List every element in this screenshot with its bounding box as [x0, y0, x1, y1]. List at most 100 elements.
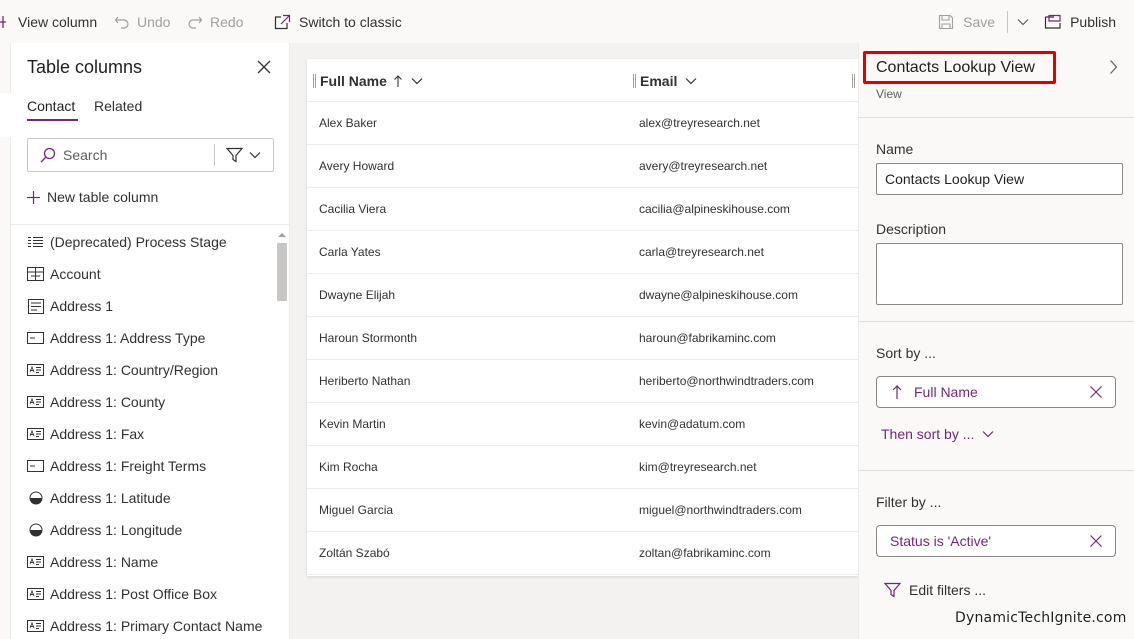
column-list-item[interactable]: Address 1: Latitude: [27, 482, 277, 514]
column-list-item[interactable]: Address 1: County: [27, 386, 277, 418]
email-cell: haroun@fabrikaminc.com: [639, 331, 776, 345]
email-cell: dwayne@alpineskihouse.com: [639, 288, 798, 302]
switch-to-classic-label: Switch to classic: [299, 13, 402, 30]
save-label: Save: [963, 13, 996, 30]
table-row[interactable]: Carla Yates carla@treyresearch.net: [307, 231, 858, 274]
column-list-item[interactable]: Address 1: Primary Contact Name: [27, 610, 277, 639]
full-name-cell: Heriberto Nathan: [319, 374, 411, 388]
edit-filters-button[interactable]: Edit filters ...: [884, 582, 986, 598]
close-panel-button[interactable]: [256, 59, 272, 75]
text-icon: [27, 395, 44, 409]
undo-label: Undo: [137, 13, 171, 30]
full-name-cell: Kim Rocha: [319, 460, 378, 474]
sort-ascending-icon: [394, 74, 402, 87]
save-button[interactable]: Save: [938, 0, 995, 43]
column-list-item-label: Address 1: [50, 298, 114, 314]
table-row[interactable]: Alex Baker alex@treyresearch.net: [307, 102, 858, 145]
left-nav-selected-item[interactable]: [0, 93, 11, 137]
column-list-item[interactable]: Address 1: [27, 290, 277, 322]
close-icon: [257, 60, 271, 74]
filter-pill-label: Status is 'Active': [890, 533, 992, 549]
description-textarea[interactable]: [876, 243, 1123, 305]
scroll-thumb[interactable]: [277, 243, 287, 301]
view-preview-grid: Full Name Email Alex Baker alex@treyresea…: [307, 59, 858, 576]
open-external-icon: [274, 14, 291, 29]
full-name-cell: Alex Baker: [319, 116, 378, 130]
table-row[interactable]: Kim Rocha kim@treyresearch.net: [307, 446, 858, 489]
column-list-item[interactable]: Address 1: Country/Region: [27, 354, 277, 386]
column-list-item[interactable]: Address 1: Freight Terms: [27, 450, 277, 482]
chevron-down-icon: [249, 152, 261, 159]
full-name-cell: Dwayne Elijah: [319, 288, 396, 302]
column-grip[interactable]: [633, 73, 636, 88]
save-options-dropdown[interactable]: [1017, 0, 1029, 43]
publish-button[interactable]: Publish: [1044, 0, 1116, 43]
filter-dropdown-button[interactable]: [226, 147, 261, 163]
floating-point-icon: [27, 491, 44, 505]
redo-button[interactable]: Redo: [187, 0, 243, 43]
column-list-item[interactable]: Address 1: Longitude: [27, 514, 277, 546]
chevron-down-icon: [685, 77, 697, 84]
column-header-email[interactable]: Email: [633, 59, 697, 102]
view-column-button[interactable]: View column: [0, 0, 97, 43]
column-list-item[interactable]: Address 1: Name: [27, 546, 277, 578]
column-list-item-label: Address 1: County: [50, 394, 166, 410]
column-list-item-label: Account: [50, 266, 101, 282]
option-set-icon: [27, 235, 44, 249]
tab-related[interactable]: Related: [94, 98, 142, 114]
view-name-input[interactable]: [876, 163, 1123, 195]
column-list-item-label: Address 1: Freight Terms: [50, 458, 207, 474]
text-icon: [27, 555, 44, 569]
collapse-panel-button[interactable]: [1109, 59, 1118, 80]
table-row[interactable]: Cacilia Viera cacilia@alpineskihouse.com: [307, 188, 858, 231]
table-row[interactable]: Kevin Martin kevin@adatum.com: [307, 403, 858, 446]
tab-contact[interactable]: Contact: [27, 98, 75, 114]
column-list-item-label: Address 1: Address Type: [50, 330, 206, 346]
column-header-full-name[interactable]: Full Name: [313, 59, 423, 102]
remove-filter-icon[interactable]: [1089, 534, 1103, 548]
column-list-scrollbar[interactable]: [275, 229, 287, 639]
column-list-item[interactable]: Address 1: Post Office Box: [27, 578, 277, 610]
search-input[interactable]: [63, 147, 208, 163]
filter-icon: [884, 582, 901, 598]
column-list-item[interactable]: Address 1: Address Type: [27, 322, 277, 354]
table-row[interactable]: Dwayne Elijah dwayne@alpineskihouse.com: [307, 274, 858, 317]
table-row[interactable]: Zoltán Szabó zoltan@fabrikaminc.com: [307, 532, 858, 575]
view-subtitle: View: [876, 87, 902, 101]
table-row[interactable]: Haroun Stormonth haroun@fabrikaminc.com: [307, 317, 858, 360]
table-row[interactable]: Avery Howard avery@treyresearch.net: [307, 145, 858, 188]
watermark-text: DynamicTechIgnite.com: [955, 610, 1127, 626]
then-sort-by-button[interactable]: Then sort by ...: [881, 426, 994, 442]
left-nav-strip: [0, 43, 11, 639]
column-grip[interactable]: [852, 73, 855, 88]
publish-icon: [1044, 14, 1061, 29]
command-bar: View column Undo Redo Switch to classic …: [0, 0, 1134, 43]
column-list-item[interactable]: Address 1: Fax: [27, 418, 277, 450]
table-row[interactable]: Miguel Garcia miguel@northwindtraders.com: [307, 489, 858, 532]
edit-filters-label: Edit filters ...: [909, 582, 987, 598]
description-label: Description: [876, 221, 947, 237]
table-row[interactable]: Heriberto Nathan heriberto@northwindtrade…: [307, 360, 858, 403]
switch-to-classic-button[interactable]: Switch to classic: [274, 0, 402, 43]
column-list-item-label: Address 1: Name: [50, 554, 159, 570]
plus-icon: [27, 190, 40, 204]
column-grip[interactable]: [313, 73, 316, 88]
column-list-item[interactable]: Account: [27, 258, 277, 290]
chevron-right-icon: [1110, 60, 1118, 74]
remove-sort-icon[interactable]: [1089, 385, 1103, 399]
email-cell: carla@treyresearch.net: [639, 245, 764, 259]
lookup-icon: [27, 267, 44, 281]
sort-pill[interactable]: Full Name: [876, 376, 1116, 408]
view-column-label: View column: [18, 13, 98, 30]
full-name-cell: Avery Howard: [319, 159, 395, 173]
new-table-column-button[interactable]: New table column: [27, 189, 158, 205]
column-header-label: Full Name: [320, 72, 387, 89]
undo-button[interactable]: Undo: [114, 0, 170, 43]
choice-icon: [27, 459, 44, 473]
plus-icon: [0, 15, 6, 28]
column-list-item[interactable]: (Deprecated) Process Stage: [27, 226, 277, 258]
filter-pill[interactable]: Status is 'Active': [876, 525, 1116, 557]
column-list-item-label: Address 1: Fax: [50, 426, 145, 442]
column-list-item-label: Address 1: Primary Contact Name: [50, 618, 263, 634]
full-name-cell: Haroun Stormonth: [319, 331, 418, 345]
